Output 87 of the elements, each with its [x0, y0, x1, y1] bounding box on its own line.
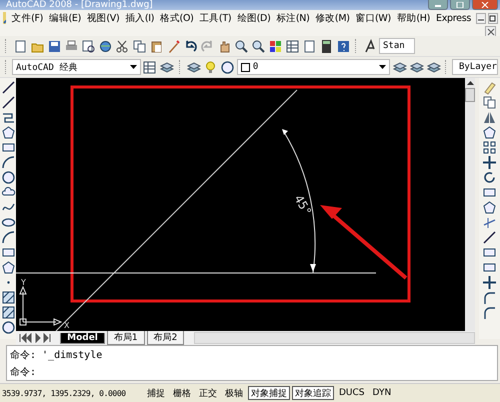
arc-icon[interactable]: [0, 230, 16, 245]
workspace-combo[interactable]: AutoCAD 经典: [12, 59, 141, 75]
status-toggle[interactable]: 极轴: [222, 386, 246, 400]
menu-item[interactable]: 修改(M): [312, 12, 353, 24]
dropdown-arrow-icon[interactable]: [130, 65, 137, 69]
move-icon[interactable]: [482, 275, 498, 290]
menu-item[interactable]: 绘图(D): [234, 12, 274, 24]
menu-item[interactable]: Express: [433, 12, 474, 24]
ucs-axes-icon: [19, 286, 62, 326]
menu-item[interactable]: 窗口(W): [352, 12, 394, 24]
polygon-icon[interactable]: [0, 125, 16, 140]
polygon-icon[interactable]: [0, 260, 16, 275]
menu-item[interactable]: 编辑(E): [46, 12, 84, 24]
menu-item[interactable]: 格式(O): [157, 12, 197, 24]
menu-item[interactable]: 文件(F): [8, 12, 46, 24]
polygon-icon[interactable]: [482, 200, 498, 215]
window-title: AutoCAD 2008 - [Drawing1.dwg]: [6, 0, 153, 10]
color-combo[interactable]: ByLayer: [452, 59, 498, 75]
palette-icon[interactable]: [267, 38, 283, 54]
grid-icon[interactable]: [284, 38, 300, 54]
close-icon: [480, 2, 490, 8]
axis-label: Y: [21, 278, 26, 287]
hatch-icon[interactable]: [0, 305, 16, 320]
axis-label: X: [64, 321, 70, 330]
dropdown-arrow-icon[interactable]: [379, 65, 386, 69]
horizontal-scrollbar[interactable]: [194, 332, 476, 344]
menu-item[interactable]: 工具(T): [196, 12, 234, 24]
app-icon[interactable]: [2, 11, 6, 25]
minimize-button[interactable]: [476, 12, 486, 24]
preview-icon[interactable]: [80, 38, 96, 54]
coordinates-readout: 3539.9737, 1395.2329, 0.0000: [2, 388, 127, 398]
trim-icon[interactable]: [482, 215, 498, 230]
grid-icon[interactable]: [142, 59, 158, 75]
scroll-thumb[interactable]: [465, 88, 476, 102]
disk-icon[interactable]: [46, 38, 62, 54]
layout-tab[interactable]: Model: [60, 332, 105, 344]
magnifier-icon[interactable]: [250, 38, 266, 54]
scissors-icon[interactable]: [114, 38, 130, 54]
status-toggle[interactable]: DUCS: [336, 386, 368, 400]
color-swatch-icon: [240, 62, 250, 72]
array-icon[interactable]: [482, 140, 498, 155]
maximize-button[interactable]: [450, 0, 470, 10]
circle-icon[interactable]: [0, 320, 16, 335]
menu-item[interactable]: 插入(I): [122, 12, 158, 24]
menu-item[interactable]: 帮助(H): [394, 12, 433, 24]
status-toggle[interactable]: 捕捉: [144, 386, 168, 400]
help-icon[interactable]: [335, 38, 351, 54]
close-button[interactable]: [472, 0, 498, 10]
command-line[interactable]: 命令: '_dimstyle: [10, 348, 497, 362]
magnifier-icon[interactable]: [233, 38, 249, 54]
arc-icon[interactable]: [0, 155, 16, 170]
status-toggle[interactable]: DYN: [370, 386, 394, 400]
hatch-icon[interactable]: [0, 290, 16, 305]
layout-tab[interactable]: 布局2: [146, 331, 184, 345]
mirror-icon[interactable]: [482, 110, 498, 125]
restore-icon: [489, 14, 497, 22]
status-toggle[interactable]: 对象捕捉: [248, 386, 290, 400]
up-arrow-icon[interactable]: [466, 80, 474, 85]
dimension-text: 45°: [292, 192, 314, 218]
layout-tab[interactable]: 布局1: [106, 331, 145, 345]
copy-icon[interactable]: [131, 38, 147, 54]
text-style-combo[interactable]: Stan: [379, 38, 415, 54]
line-icon[interactable]: [482, 230, 498, 245]
menu-item[interactable]: 视图(V): [84, 12, 122, 24]
status-toggle[interactable]: 正交: [196, 386, 220, 400]
line-icon[interactable]: [0, 80, 16, 95]
globe-icon[interactable]: [97, 38, 113, 54]
eraser-icon[interactable]: [482, 80, 498, 95]
restore-button[interactable]: [488, 12, 498, 24]
vertical-scrollbar[interactable]: [465, 78, 476, 331]
polygon-icon[interactable]: [482, 125, 498, 140]
close-button[interactable]: [485, 26, 496, 37]
circle-icon[interactable]: [220, 59, 236, 75]
status-toggle[interactable]: 栅格: [170, 386, 194, 400]
layer-combo[interactable]: 0: [236, 59, 390, 75]
drawing-canvas[interactable]: 45° Y X: [16, 78, 466, 331]
move-icon[interactable]: [482, 155, 498, 170]
copy-icon[interactable]: [482, 95, 498, 110]
close-icon: [486, 28, 494, 36]
maximize-icon: [455, 2, 465, 8]
command-line[interactable]: 命令:: [10, 364, 497, 378]
rotate-icon[interactable]: [482, 170, 498, 185]
fillet-icon[interactable]: [482, 290, 498, 305]
menu-item[interactable]: 标注(N): [273, 12, 313, 24]
line-icon[interactable]: [0, 95, 16, 110]
fillet-icon[interactable]: [482, 305, 498, 320]
status-toggle[interactable]: 对象追踪: [292, 386, 334, 400]
